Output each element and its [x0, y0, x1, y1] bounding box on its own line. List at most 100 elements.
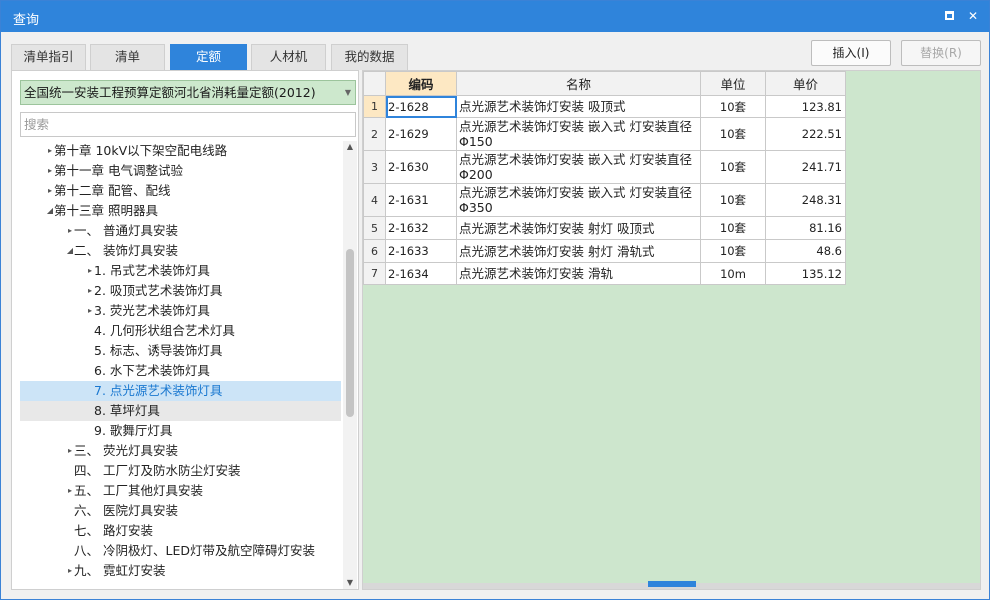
name-cell[interactable]: 点光源艺术装饰灯安装 射灯 吸顶式 [456, 216, 701, 240]
table-row[interactable]: 6 2-1633 点光源艺术装饰灯安装 射灯 滑轨式 10套 48.6 [363, 239, 846, 263]
code-cell[interactable]: 2-1628 [385, 95, 457, 118]
column-header-code[interactable]: 编码 [385, 71, 457, 96]
tab-list[interactable]: 清单 [90, 44, 165, 70]
insert-button[interactable]: 插入(I) [811, 40, 891, 66]
tree-node[interactable]: ▸ 1. 吊式艺术装饰灯具 [20, 261, 341, 281]
tree-vertical-scrollbar[interactable]: ▲ ▼ [343, 141, 357, 589]
tree-node[interactable]: 七、 路灯安装 [20, 521, 341, 541]
table-row[interactable]: 3 2-1630 点光源艺术装饰灯安装 嵌入式 灯安装直径Φ200 10套 241.71 [363, 150, 846, 184]
price-cell[interactable]: 81.16 [765, 216, 846, 240]
tab-labor-materials[interactable]: 人材机 [251, 44, 326, 70]
code-cell[interactable]: 2-1632 [385, 216, 457, 240]
tree-node[interactable]: 5. 标志、诱导装饰灯具 [20, 341, 341, 361]
price-cell[interactable]: 222.51 [765, 117, 846, 151]
table-row[interactable]: 2 2-1629 点光源艺术装饰灯安装 嵌入式 灯安装直径Φ150 10套 222.51 [363, 117, 846, 151]
unit-cell[interactable]: 10套 [700, 95, 766, 118]
quota-table: 编码 名称 单位 单价 1 2-1628 点光源艺术装饰灯安装 吸顶式 10套 123.… [363, 71, 846, 285]
tree-node-label: 二、 装饰灯具安装 [74, 243, 178, 258]
row-number-cell[interactable]: 4 [363, 183, 386, 217]
tree-node-label: 九、 霓虹灯安装 [74, 563, 166, 578]
row-number-cell[interactable]: 5 [363, 216, 386, 240]
table-row[interactable]: 5 2-1632 点光源艺术装饰灯安装 射灯 吸顶式 10套 81.16 [363, 216, 846, 240]
tree-node[interactable]: ▸ 三、 荧光灯具安装 [20, 441, 341, 461]
column-header-unit[interactable]: 单位 [700, 71, 766, 96]
price-cell[interactable]: 135.12 [765, 262, 846, 285]
table-row[interactable]: 4 2-1631 点光源艺术装饰灯安装 嵌入式 灯安装直径Φ350 10套 248.31 [363, 183, 846, 217]
code-cell[interactable]: 2-1630 [385, 150, 457, 184]
name-cell[interactable]: 点光源艺术装饰灯安装 嵌入式 灯安装直径Φ200 [456, 150, 701, 184]
splitter-handle[interactable] [648, 581, 696, 587]
price-cell[interactable]: 241.71 [765, 150, 846, 184]
maximize-button[interactable] [941, 8, 957, 24]
scroll-up-icon[interactable]: ▲ [343, 141, 357, 153]
tree-node[interactable]: 6. 水下艺术装饰灯具 [20, 361, 341, 381]
tree-node[interactable]: ▸ 2. 吸顶式艺术装饰灯具 [20, 281, 341, 301]
tab-my-data[interactable]: 我的数据 [331, 44, 408, 70]
tree-node[interactable]: ◢ 二、 装饰灯具安装 [20, 241, 341, 261]
price-cell[interactable]: 248.31 [765, 183, 846, 217]
quota-tree-panel: 全国统一安装工程预算定额河北省消耗量定额(2012) ▼ ▸第十章 10kV以下… [11, 70, 359, 590]
row-number-cell[interactable]: 3 [363, 150, 386, 184]
tree-node[interactable]: ▸ 九、 霓虹灯安装 [20, 561, 341, 581]
tree-node-label: 第十章 10kV以下架空配电线路 [54, 143, 228, 158]
tree-node[interactable]: ▸ 第十二章 配管、配线 [20, 181, 341, 201]
unit-cell[interactable]: 10套 [700, 117, 766, 151]
tree-node[interactable]: ▸ 3. 荧光艺术装饰灯具 [20, 301, 341, 321]
name-cell[interactable]: 点光源艺术装饰灯安装 滑轨 [456, 262, 701, 285]
code-cell[interactable]: 2-1629 [385, 117, 457, 151]
name-cell[interactable]: 点光源艺术装饰灯安装 吸顶式 [456, 95, 701, 118]
name-cell[interactable]: 点光源艺术装饰灯安装 射灯 滑轨式 [456, 239, 701, 263]
unit-cell[interactable]: 10套 [700, 239, 766, 263]
tree-node[interactable]: ▸ 五、 工厂其他灯具安装 [20, 481, 341, 501]
tree-node[interactable]: 8. 草坪灯具 [20, 401, 341, 421]
tree-node[interactable]: 六、 医院灯具安装 [20, 501, 341, 521]
close-icon: ✕ [967, 9, 979, 23]
tree-node-label: 三、 荧光灯具安装 [74, 443, 178, 458]
tree-node-label: 一、 普通灯具安装 [74, 223, 178, 238]
table-row[interactable]: 1 2-1628 点光源艺术装饰灯安装 吸顶式 10套 123.81 [363, 95, 846, 118]
tree-node-label: 第十一章 电气调整试验 [54, 163, 183, 178]
row-number-cell[interactable]: 6 [363, 239, 386, 263]
name-cell[interactable]: 点光源艺术装饰灯安装 嵌入式 灯安装直径Φ350 [456, 183, 701, 217]
tree-node[interactable]: ▸ 第十章 10kV以下架空配电线路 [20, 141, 341, 161]
scrollbar-thumb[interactable] [346, 249, 354, 417]
row-number-cell[interactable]: 1 [363, 95, 386, 118]
search-input[interactable] [20, 112, 356, 137]
row-number-cell[interactable]: 2 [363, 117, 386, 151]
price-cell[interactable]: 123.81 [765, 95, 846, 118]
quota-library-select[interactable]: 全国统一安装工程预算定额河北省消耗量定额(2012) ▼ [20, 80, 356, 105]
unit-cell[interactable]: 10套 [700, 150, 766, 184]
query-dialog: 查询 ✕ 清单指引 清单 定额 人材机 我的数据 插入(I) 替换(R) 全国统… [0, 0, 990, 600]
row-number-header [363, 71, 386, 96]
tree-node[interactable]: 四、 工厂灯及防水防尘灯安装 [20, 461, 341, 481]
price-cell[interactable]: 48.6 [765, 239, 846, 263]
column-header-price[interactable]: 单价 [765, 71, 846, 96]
tree-node[interactable]: 9. 歌舞厅灯具 [20, 421, 341, 441]
code-cell[interactable]: 2-1631 [385, 183, 457, 217]
replace-button[interactable]: 替换(R) [901, 40, 981, 66]
table-header-row: 编码 名称 单位 单价 [363, 71, 846, 96]
code-cell[interactable]: 2-1633 [385, 239, 457, 263]
column-header-name[interactable]: 名称 [456, 71, 701, 96]
unit-cell[interactable]: 10m [700, 262, 766, 285]
scroll-down-icon[interactable]: ▼ [343, 577, 357, 589]
tree-node-label: 3. 荧光艺术装饰灯具 [94, 303, 210, 318]
row-number-cell[interactable]: 7 [363, 262, 386, 285]
tab-quota[interactable]: 定额 [170, 44, 247, 70]
tree-node[interactable]: 7. 点光源艺术装饰灯具 [20, 381, 341, 401]
unit-cell[interactable]: 10套 [700, 216, 766, 240]
code-cell[interactable]: 2-1634 [385, 262, 457, 285]
name-cell[interactable]: 点光源艺术装饰灯安装 嵌入式 灯安装直径Φ150 [456, 117, 701, 151]
close-button[interactable]: ✕ [965, 8, 981, 24]
tree-node[interactable]: ◢ 第十三章 照明器具 [20, 201, 341, 221]
tree-node[interactable]: ▸ 第十一章 电气调整试验 [20, 161, 341, 181]
unit-cell[interactable]: 10套 [700, 183, 766, 217]
title-bar: 查询 ✕ [1, 1, 989, 32]
tree-node-label: 四、 工厂灯及防水防尘灯安装 [74, 463, 241, 478]
tree-node[interactable]: 八、 冷阴极灯、LED灯带及航空障碍灯安装 [20, 541, 341, 561]
grid-horizontal-scrollbar[interactable] [363, 581, 980, 589]
tree-node[interactable]: ▸ 一、 普通灯具安装 [20, 221, 341, 241]
table-row[interactable]: 7 2-1634 点光源艺术装饰灯安装 滑轨 10m 135.12 [363, 262, 846, 285]
tab-list-guide[interactable]: 清单指引 [11, 44, 86, 70]
tree-node[interactable]: 4. 几何形状组合艺术灯具 [20, 321, 341, 341]
